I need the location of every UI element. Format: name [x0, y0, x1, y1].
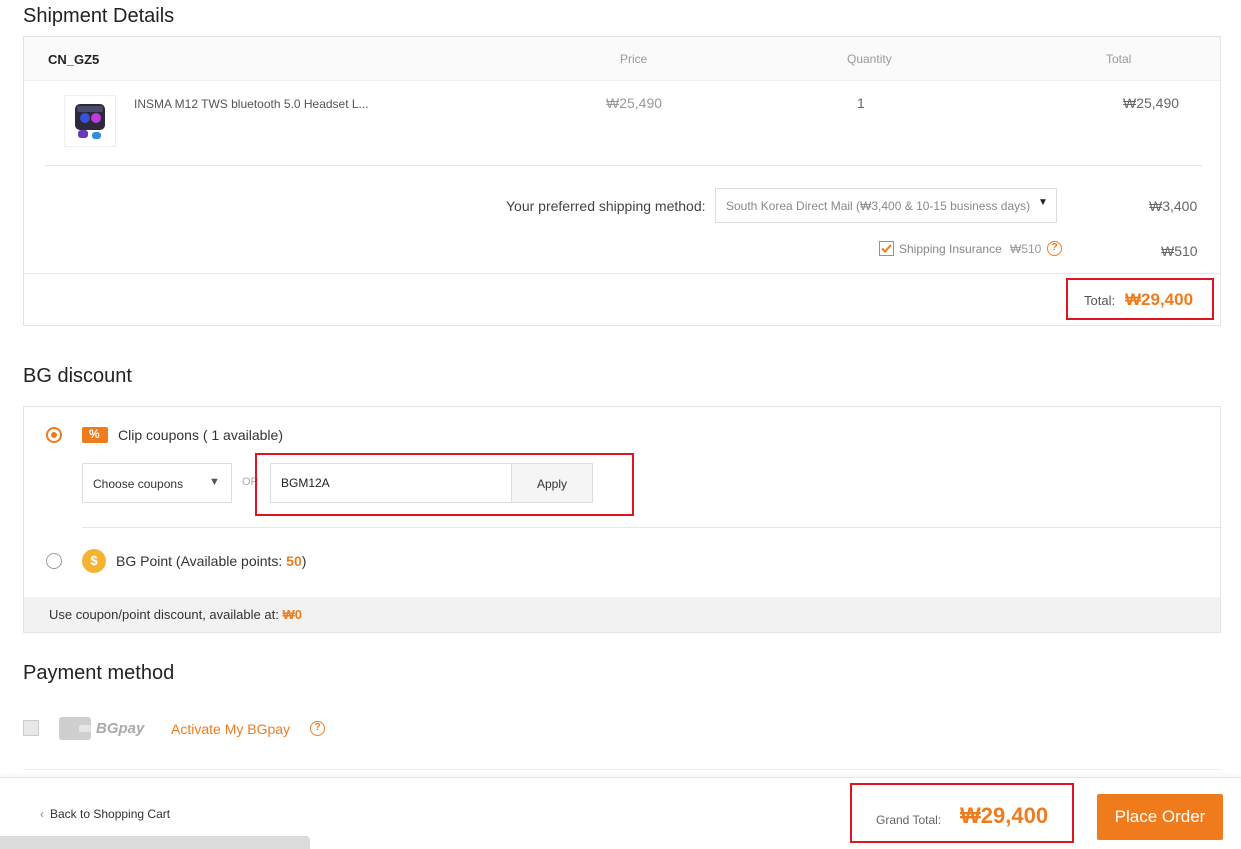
shipment-header-row: CN_GZ5 Price Quantity Total — [24, 37, 1220, 81]
caret-down-icon: ▼ — [209, 476, 220, 488]
insurance-checkbox[interactable] — [879, 241, 894, 256]
warehouse-label: CN_GZ5 — [48, 52, 100, 67]
choose-coupons-label: Choose coupons — [93, 477, 184, 491]
activate-bgpay-link[interactable]: Activate My BGpay — [171, 721, 290, 737]
divider — [23, 769, 1221, 770]
divider — [45, 165, 1202, 166]
discount-usage-bar: Use coupon/point discount, available at:… — [24, 597, 1220, 632]
highlight-box — [1066, 278, 1214, 320]
discount-box: % Clip coupons ( 1 available) Choose cou… — [23, 406, 1222, 633]
shipment-box: CN_GZ5 Price Quantity Total INSMA M12 TW… — [23, 36, 1221, 326]
place-order-button[interactable]: Place Order — [1097, 794, 1223, 840]
shipping-cost: ₩3,400 — [1149, 198, 1198, 214]
divider — [82, 527, 1222, 528]
product-total: ₩25,490 — [1123, 95, 1180, 111]
clip-coupons-label: Clip coupons ( 1 available) — [118, 427, 283, 443]
product-quantity: 1 — [857, 95, 865, 111]
column-quantity: Quantity — [847, 52, 892, 66]
bgpay-checkbox[interactable] — [23, 720, 39, 736]
bg-point-label: BG Point (Available points: 50) — [116, 553, 307, 569]
highlight-box — [850, 783, 1074, 843]
shipment-details-title: Shipment Details — [23, 5, 175, 27]
column-price: Price — [620, 52, 648, 66]
product-price: ₩25,490 — [606, 95, 663, 111]
insurance-cost: ₩510 — [1161, 243, 1198, 259]
highlight-box — [255, 453, 634, 516]
clip-coupons-radio[interactable] — [46, 427, 62, 443]
help-icon[interactable]: ? — [1047, 241, 1062, 256]
payment-method-title: Payment method — [23, 662, 175, 684]
help-icon[interactable]: ? — [310, 721, 325, 736]
bg-discount-title: BG discount — [23, 365, 132, 387]
choose-coupons-select[interactable]: Choose coupons ▼ — [82, 463, 232, 503]
coin-icon: $ — [82, 549, 106, 573]
chevron-left-icon: ‹ — [40, 807, 44, 821]
back-to-cart-link[interactable]: ‹ Back to Shopping Cart — [40, 807, 170, 821]
shipping-method-label: Your preferred shipping method: — [506, 198, 706, 214]
check-icon — [881, 244, 892, 253]
bgpay-logo: BGpay — [96, 720, 145, 737]
divider — [24, 273, 1220, 274]
insurance-price: ₩510 — [1010, 242, 1042, 256]
discount-usage-label: Use coupon/point discount, available at:… — [49, 607, 302, 622]
column-total: Total — [1106, 52, 1132, 66]
discount-usage-value: ₩0 — [282, 607, 302, 622]
caret-down-icon: ▼ — [1038, 197, 1048, 208]
wallet-icon — [59, 717, 91, 740]
insurance-label: Shipping Insurance — [899, 242, 1002, 256]
bg-point-value: 50 — [286, 553, 302, 569]
earbuds-product-image — [75, 104, 105, 139]
coupon-icon: % — [82, 427, 108, 443]
bg-point-radio[interactable] — [46, 553, 62, 569]
shipping-method-value: South Korea Direct Mail (₩3,400 & 10-15 … — [726, 199, 1031, 213]
horizontal-scrollbar[interactable] — [0, 836, 310, 849]
product-name[interactable]: INSMA M12 TWS bluetooth 5.0 Headset L... — [134, 97, 369, 111]
back-to-cart-label: Back to Shopping Cart — [50, 807, 171, 821]
product-thumbnail[interactable] — [64, 95, 116, 147]
shipping-method-select[interactable]: South Korea Direct Mail (₩3,400 & 10-15 … — [715, 188, 1057, 223]
